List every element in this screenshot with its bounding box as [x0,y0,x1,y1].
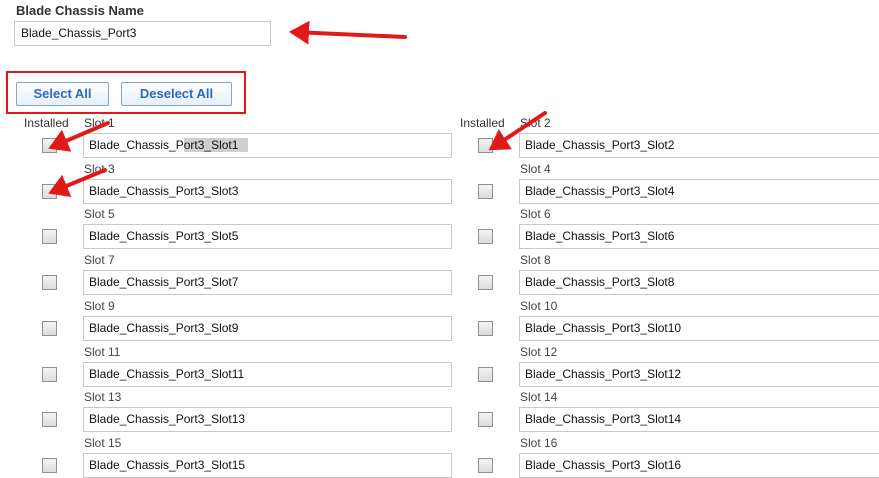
installed-checkbox[interactable] [42,183,57,199]
slot-name-input[interactable]: Blade_Chassis_Port3_Slot12 [519,361,879,387]
slot-label: Slot 13 [84,390,122,405]
installed-checkbox[interactable] [478,320,493,336]
slot-label: Slot 10 [520,298,558,313]
installed-checkbox[interactable] [478,412,493,428]
installed-checkbox[interactable] [478,366,493,382]
slot-label: Slot 4 [520,161,551,176]
slot-label: Slot 8 [520,253,551,268]
slot-label: Slot 11 [84,344,121,359]
slot-label: Slot 15 [84,435,122,450]
slot-label: Slot 16 [520,435,558,450]
installed-checkbox[interactable] [478,183,493,199]
installed-header-right: Installed [460,116,505,130]
slot-label: Slot 7 [84,253,115,268]
slot-name-input[interactable]: Blade_Chassis_Port3_Slot16 [519,452,879,478]
selected-text-highlight: ort3_Slot1 [183,138,249,152]
select-all-button[interactable]: Select All [16,82,109,106]
installed-checkbox[interactable] [42,229,57,245]
slot-name-input[interactable]: Blade_Chassis_Port3_Slot14 [519,407,879,433]
slot-name-input[interactable]: Blade_Chassis_Port3_Slot15 [83,452,452,478]
slot-name-input[interactable]: Blade_Chassis_Port3_Slot13 [83,407,452,433]
arrow-to-chassis-input [289,20,407,45]
slot-name-input[interactable]: Blade_Chassis_Port3_Slot11 [83,361,452,387]
slot-name-input[interactable]: Blade_Chassis_Port3_Slot10 [519,315,879,341]
installed-checkbox[interactable] [478,138,493,153]
blade-chassis-name-input[interactable]: Blade_Chassis_Port3 [14,21,271,46]
slot-name-input[interactable]: Blade_Chassis_Port3_Slot8 [519,270,879,296]
installed-checkbox[interactable] [478,229,493,245]
deselect-all-button[interactable]: Deselect All [121,82,232,106]
slot-label: Slot 6 [520,207,551,222]
slot-label: Slot 5 [84,207,115,222]
slot-name-input[interactable]: Blade_Chassis_Port3_Slot7 [83,270,452,296]
slot-label: Slot 12 [520,344,558,359]
slot-name-input[interactable]: Blade_Chassis_Port3_Slot4 [519,178,879,204]
slot-label: Slot 14 [520,390,558,405]
slot-label: Slot 9 [84,298,115,313]
installed-checkbox[interactable] [478,457,493,473]
slot-1-header: Slot 1 [84,116,115,130]
installed-checkbox[interactable] [42,275,57,291]
installed-checkbox[interactable] [42,412,57,428]
installed-checkbox[interactable] [478,275,493,291]
slot-name-input[interactable]: Blade_Chassis_Port3_Slot1 [83,133,452,158]
slot-label: Slot 3 [84,161,115,176]
installed-checkbox[interactable] [42,320,57,336]
slot-name-text: Blade_Chassis_P [89,138,184,152]
slot-name-input[interactable]: Blade_Chassis_Port3_Slot2 [519,133,879,158]
installed-checkbox[interactable] [42,366,57,382]
installed-checkbox[interactable] [42,457,57,473]
installed-header-left: Installed [24,116,69,130]
slot-name-input[interactable]: Blade_Chassis_Port3_Slot6 [519,224,879,250]
slot-name-input[interactable]: Blade_Chassis_Port3_Slot9 [83,315,452,341]
slot-2-header: Slot 2 [520,116,551,130]
blade-chassis-name-label: Blade Chassis Name [16,3,144,18]
slot-name-input[interactable]: Blade_Chassis_Port3_Slot3 [83,178,452,204]
installed-checkbox[interactable] [42,138,57,153]
slot-name-input[interactable]: Blade_Chassis_Port3_Slot5 [83,224,452,250]
